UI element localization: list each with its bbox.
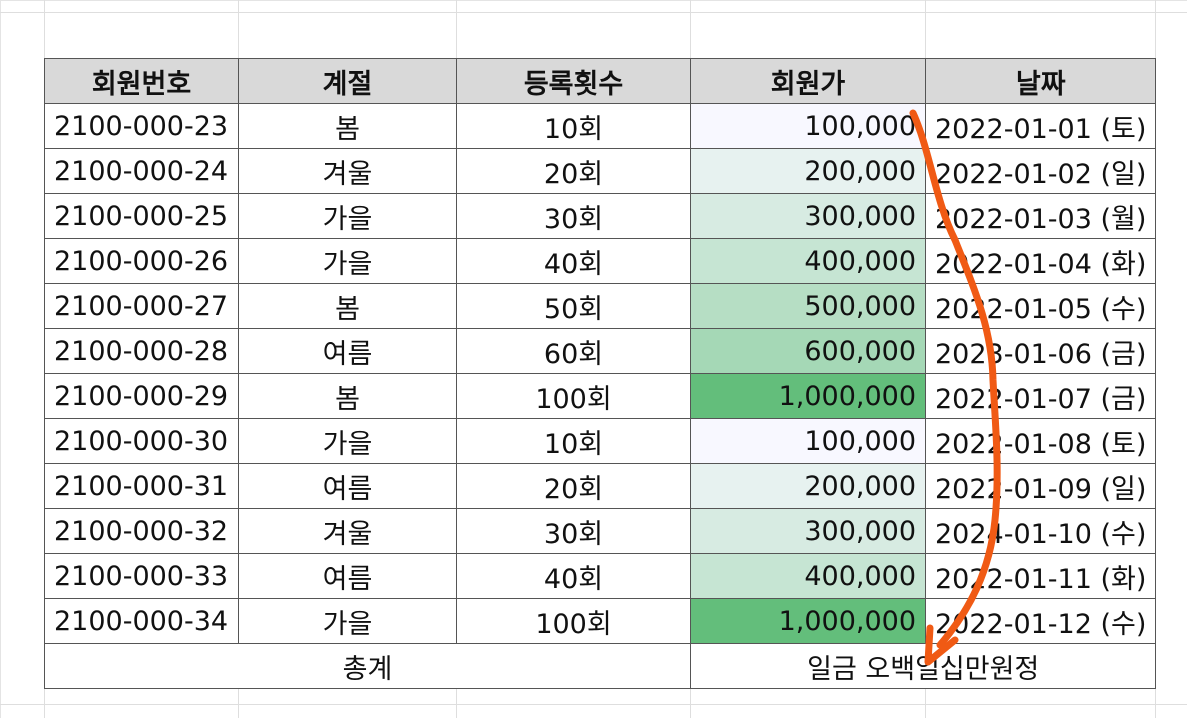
date-cell[interactable]: 2023-01-06 (금) — [924, 328, 1157, 374]
table-row: 2100-000-24 겨울 20회 200,000 2022-01-02 (일) — [44, 148, 1157, 194]
season-cell[interactable]: 겨울 — [238, 508, 457, 554]
member-id-cell[interactable]: 2100-000-33 — [44, 553, 239, 599]
price-cell[interactable]: 1,000,000 — [690, 373, 926, 419]
price-cell[interactable]: 100,000 — [690, 103, 926, 149]
member-id-cell[interactable]: 2100-000-24 — [44, 148, 239, 194]
date-cell[interactable]: 2022-01-07 (금) — [924, 373, 1157, 419]
price-cell[interactable]: 300,000 — [690, 193, 926, 239]
count-cell[interactable]: 40회 — [456, 238, 691, 284]
header-cell-member-id[interactable]: 회원번호 — [44, 58, 239, 104]
table-row: 2100-000-31 여름 20회 200,000 2022-01-09 (일) — [44, 463, 1157, 509]
table-row: 2100-000-28 여름 60회 600,000 2023-01-06 (금) — [44, 328, 1157, 374]
date-cell[interactable]: 2022-01-08 (토) — [924, 418, 1157, 464]
season-cell[interactable]: 봄 — [238, 283, 457, 329]
count-cell[interactable]: 30회 — [456, 193, 691, 239]
date-cell[interactable]: 2022-01-05 (수) — [924, 283, 1157, 329]
price-cell[interactable]: 600,000 — [690, 328, 926, 374]
price-cell[interactable]: 500,000 — [690, 283, 926, 329]
season-cell[interactable]: 가을 — [238, 193, 457, 239]
date-cell[interactable]: 2022-01-03 (월) — [924, 193, 1157, 239]
table-row: 2100-000-30 가을 10회 100,000 2022-01-08 (토) — [44, 418, 1157, 464]
season-cell[interactable]: 봄 — [238, 103, 457, 149]
count-cell[interactable]: 10회 — [456, 103, 691, 149]
season-cell[interactable]: 겨울 — [238, 148, 457, 194]
price-cell[interactable]: 200,000 — [690, 148, 926, 194]
header-cell-date[interactable]: 날짜 — [924, 58, 1157, 104]
price-cell[interactable]: 300,000 — [690, 508, 926, 554]
count-cell[interactable]: 20회 — [456, 148, 691, 194]
date-cell[interactable]: 2022-01-04 (화) — [924, 238, 1157, 284]
date-cell[interactable]: 2022-01-09 (일) — [924, 463, 1157, 509]
table-row: 2100-000-26 가을 40회 400,000 2022-01-04 (화) — [44, 238, 1157, 284]
member-id-cell[interactable]: 2100-000-23 — [44, 103, 239, 149]
date-cell[interactable]: 2022-01-12 (수) — [924, 598, 1157, 644]
count-cell[interactable]: 100회 — [456, 598, 691, 644]
season-cell[interactable]: 가을 — [238, 598, 457, 644]
table-row: 2100-000-23 봄 10회 100,000 2022-01-01 (토) — [44, 103, 1157, 149]
member-table: 회원번호 계절 등록횟수 회원가 날짜 2100-000-23 봄 10회 100,0… — [44, 58, 1157, 689]
count-cell[interactable]: 50회 — [456, 283, 691, 329]
member-id-cell[interactable]: 2100-000-27 — [44, 283, 239, 329]
header-row: 회원번호 계절 등록횟수 회원가 날짜 — [44, 58, 1157, 104]
count-cell[interactable]: 10회 — [456, 418, 691, 464]
header-cell-price[interactable]: 회원가 — [690, 58, 926, 104]
price-cell[interactable]: 100,000 — [690, 418, 926, 464]
table-row: 2100-000-32 겨울 30회 300,000 2024-01-10 (수) — [44, 508, 1157, 554]
count-cell[interactable]: 60회 — [456, 328, 691, 374]
table-row: 2100-000-34 가을 100회 1,000,000 2022-01-12 (수) — [44, 598, 1157, 644]
season-cell[interactable]: 여름 — [238, 553, 457, 599]
count-cell[interactable]: 100회 — [456, 373, 691, 419]
member-id-cell[interactable]: 2100-000-26 — [44, 238, 239, 284]
table-row: 2100-000-25 가을 30회 300,000 2022-01-03 (월) — [44, 193, 1157, 239]
season-cell[interactable]: 가을 — [238, 418, 457, 464]
date-cell[interactable]: 2022-01-11 (화) — [924, 553, 1157, 599]
table-row: 2100-000-29 봄 100회 1,000,000 2022-01-07 (금) — [44, 373, 1157, 419]
member-id-cell[interactable]: 2100-000-34 — [44, 598, 239, 644]
total-label-cell[interactable]: 총계 — [44, 643, 691, 689]
count-cell[interactable]: 40회 — [456, 553, 691, 599]
header-cell-season[interactable]: 계절 — [238, 58, 457, 104]
price-cell[interactable]: 400,000 — [690, 553, 926, 599]
header-cell-count[interactable]: 등록횟수 — [456, 58, 691, 104]
total-row: 총계 일금 오백일십만원정 — [44, 643, 1157, 689]
season-cell[interactable]: 여름 — [238, 463, 457, 509]
date-cell[interactable]: 2024-01-10 (수) — [924, 508, 1157, 554]
member-id-cell[interactable]: 2100-000-28 — [44, 328, 239, 374]
date-cell[interactable]: 2022-01-01 (토) — [924, 103, 1157, 149]
member-id-cell[interactable]: 2100-000-32 — [44, 508, 239, 554]
grid-row-line — [0, 704, 1187, 705]
member-id-cell[interactable]: 2100-000-29 — [44, 373, 239, 419]
member-id-cell[interactable]: 2100-000-31 — [44, 463, 239, 509]
member-id-cell[interactable]: 2100-000-25 — [44, 193, 239, 239]
price-cell[interactable]: 200,000 — [690, 463, 926, 509]
count-cell[interactable]: 20회 — [456, 463, 691, 509]
season-cell[interactable]: 여름 — [238, 328, 457, 374]
grid-row-line — [0, 12, 1187, 13]
table-row: 2100-000-27 봄 50회 500,000 2022-01-05 (수) — [44, 283, 1157, 329]
date-cell[interactable]: 2022-01-02 (일) — [924, 148, 1157, 194]
season-cell[interactable]: 봄 — [238, 373, 457, 419]
price-cell[interactable]: 1,000,000 — [690, 598, 926, 644]
total-value-cell[interactable]: 일금 오백일십만원정 — [689, 643, 1157, 689]
count-cell[interactable]: 30회 — [456, 508, 691, 554]
season-cell[interactable]: 가을 — [238, 238, 457, 284]
member-id-cell[interactable]: 2100-000-30 — [44, 418, 239, 464]
price-cell[interactable]: 400,000 — [690, 238, 926, 284]
table-row: 2100-000-33 여름 40회 400,000 2022-01-11 (화) — [44, 553, 1157, 599]
